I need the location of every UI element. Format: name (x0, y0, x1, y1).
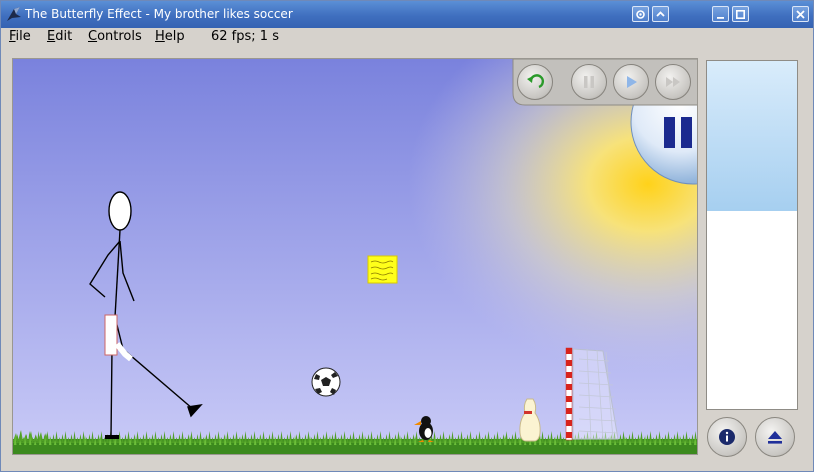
soccer-ball (311, 367, 341, 397)
game-canvas[interactable] (12, 58, 698, 455)
pause-icon (584, 76, 594, 88)
level-preview-panel[interactable] (706, 60, 798, 410)
pause-button[interactable] (571, 64, 607, 100)
fast-forward-icon (666, 77, 680, 87)
fps-status: 62 fps; 1 s (211, 29, 279, 44)
menu-edit[interactable]: Edit (47, 29, 72, 44)
eject-icon (768, 431, 782, 444)
info-button[interactable] (707, 417, 747, 457)
minimize-icon[interactable] (712, 6, 729, 22)
maximize-icon[interactable] (732, 6, 749, 22)
title-bar[interactable]: The Butterfly Effect - My brother likes … (1, 1, 813, 28)
fast-forward-button[interactable] (655, 64, 691, 100)
settings-icon[interactable] (632, 6, 649, 22)
menu-help[interactable]: Help (155, 29, 185, 44)
close-icon[interactable] (792, 6, 809, 22)
level-thumbnail[interactable] (707, 61, 797, 211)
app-window: The Butterfly Effect - My brother likes … (0, 0, 814, 472)
shade-up-icon[interactable] (652, 6, 669, 22)
eject-button[interactable] (755, 417, 795, 457)
menu-controls[interactable]: Controls (88, 29, 142, 44)
sticky-note[interactable] (367, 255, 398, 284)
menu-file[interactable]: File (9, 29, 31, 44)
play-icon (627, 76, 637, 88)
undo-icon (527, 74, 545, 89)
info-icon (719, 429, 735, 445)
menu-bar: File Edit Controls Help 62 fps; 1 s (1, 28, 813, 48)
window-title: The Butterfly Effect - My brother likes … (25, 7, 293, 21)
undo-button[interactable] (517, 64, 553, 100)
butterfly-app-icon[interactable] (5, 5, 23, 23)
play-button[interactable] (613, 64, 649, 100)
